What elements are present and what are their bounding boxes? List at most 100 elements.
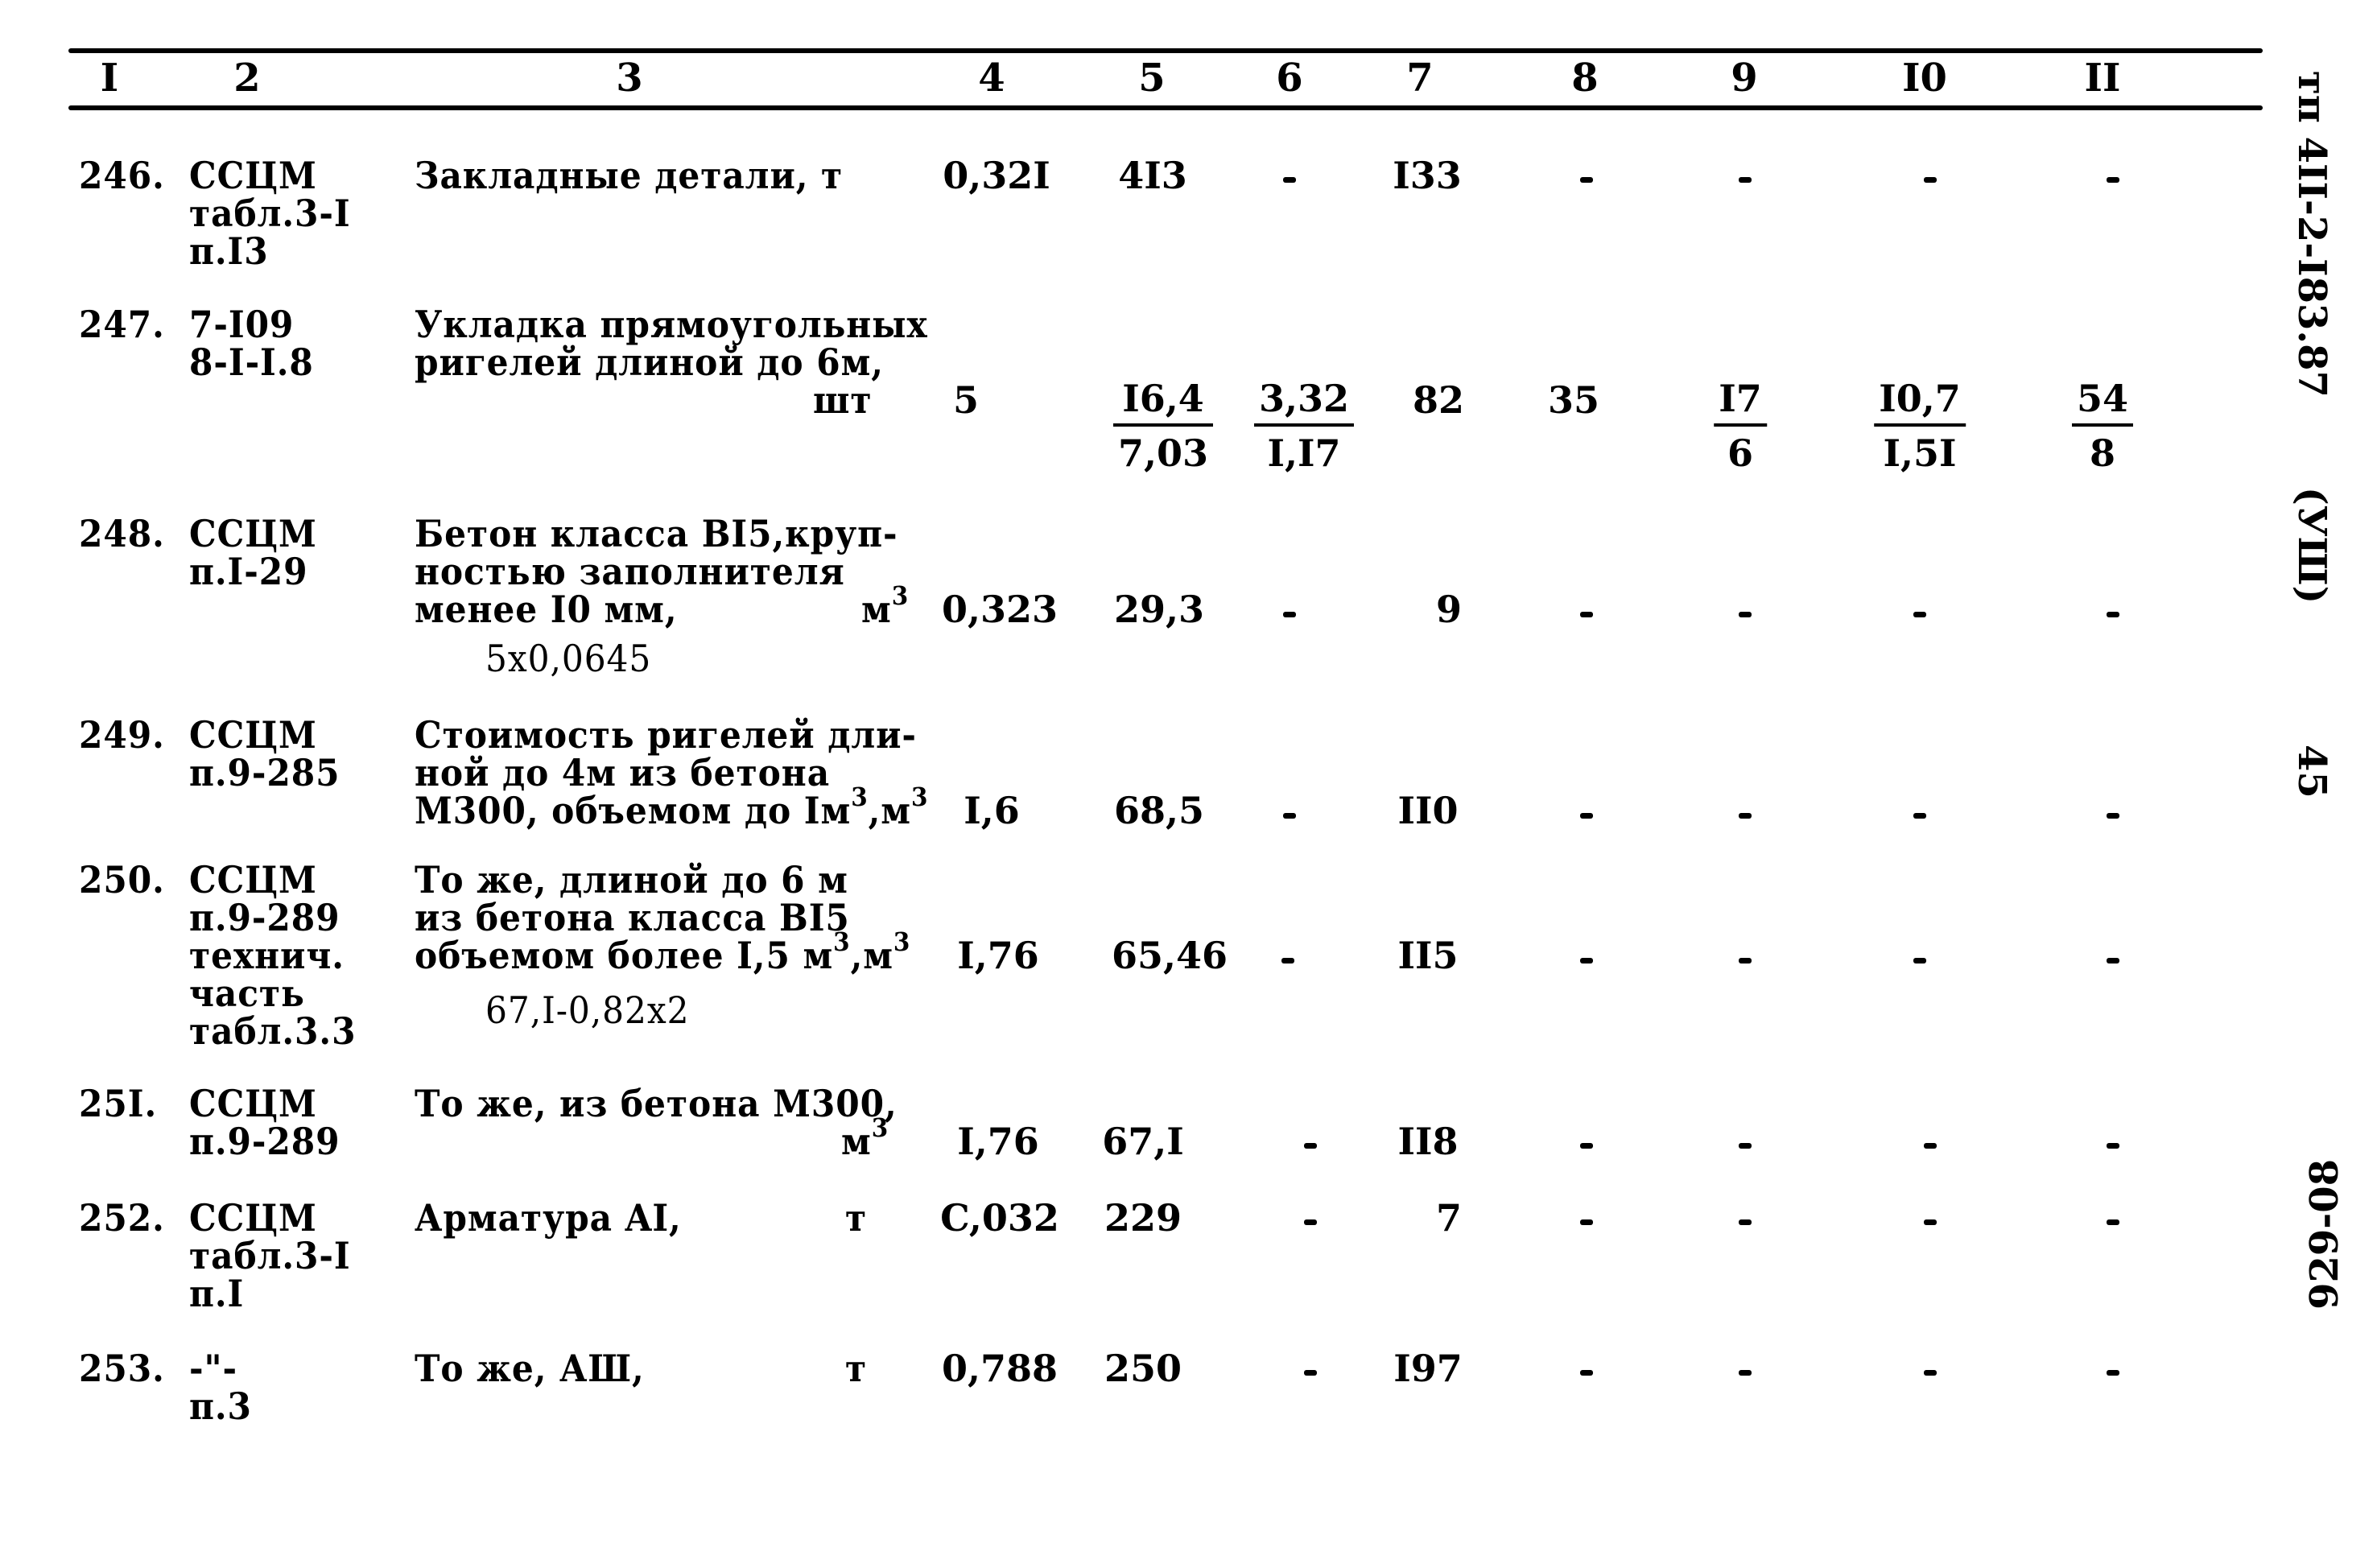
empty-dash — [1580, 1370, 1593, 1376]
empty-dash — [2107, 1143, 2119, 1149]
row-number: 247. — [79, 303, 165, 346]
ref-line: п.9-285 — [189, 751, 340, 794]
superscript-3: 3 — [871, 1112, 889, 1143]
column-header-4: 4 — [978, 56, 1005, 101]
description-line: Закладные детали, т — [415, 154, 844, 197]
ref-line: табл.3-I — [189, 1234, 351, 1277]
fraction-denominator: 7,03 — [1117, 431, 1209, 475]
ref-line: -"- — [189, 1347, 237, 1390]
calculation-formula: 67,I-0,82х2 — [485, 988, 690, 1032]
ref-line: ССЦМ — [189, 858, 317, 902]
column-header-6: 6 — [1276, 56, 1303, 101]
unit: шт — [813, 378, 873, 422]
fraction-col5: I6,4 7,03 — [1112, 378, 1214, 475]
empty-dash — [1913, 612, 1926, 617]
calculation-formula: 5х0,0645 — [485, 637, 652, 680]
cell-col7: 7 — [1435, 1196, 1463, 1240]
cell-col5: 68,5 — [1113, 789, 1205, 832]
page-number-vertical: 45 — [2289, 745, 2334, 798]
cell-col4: I,76 — [957, 1120, 1039, 1163]
empty-dash — [1304, 1219, 1317, 1225]
empty-dash — [1924, 1219, 1937, 1225]
ref-line: п.3 — [189, 1384, 252, 1428]
column-header-11: II — [2084, 56, 2121, 101]
superscript-3: 3 — [851, 782, 869, 812]
cell-col8: 35 — [1547, 378, 1600, 422]
fraction-denominator: 6 — [1727, 431, 1753, 475]
column-header-1: I — [100, 56, 119, 101]
cell-col7: 9 — [1435, 588, 1463, 631]
unit: м3 — [861, 580, 910, 631]
cell-col4: I,76 — [957, 934, 1039, 977]
empty-dash — [1913, 958, 1926, 963]
description-line: То же, АШ, — [415, 1347, 645, 1390]
superscript-3: 3 — [910, 782, 929, 812]
description-line: ной до 4м из бетона — [415, 751, 831, 794]
column-header-9: 9 — [1731, 56, 1758, 101]
ref-line: 8-I-I.8 — [189, 340, 314, 384]
ref-line: ССЦМ — [189, 512, 317, 555]
empty-dash — [1739, 1143, 1752, 1149]
ref-line: 7-I09 — [189, 303, 295, 346]
fraction-numerator: I7 — [1719, 377, 1762, 420]
empty-dash — [1580, 813, 1593, 819]
empty-dash — [1281, 958, 1294, 963]
column-header-8: 8 — [1571, 56, 1599, 101]
empty-dash — [1924, 177, 1937, 183]
description-line: Стоимость ригелей дли- — [415, 713, 917, 757]
fraction-denominator: 8 — [2089, 431, 2116, 475]
column-header-5: 5 — [1138, 56, 1166, 101]
empty-dash — [1304, 1370, 1317, 1376]
cell-col4: 0,323 — [941, 588, 1059, 631]
description-line: Бетон класса BI5,круп- — [415, 512, 898, 555]
row-number: 250. — [79, 858, 165, 902]
empty-dash — [1739, 177, 1752, 183]
empty-dash — [1739, 958, 1752, 963]
description-line: менее I0 мм, — [415, 588, 678, 631]
unit: т — [845, 1347, 868, 1390]
empty-dash — [1739, 612, 1752, 617]
empty-dash — [2107, 813, 2119, 819]
cell-col7: I33 — [1393, 154, 1462, 197]
cell-col4: 0,788 — [941, 1347, 1059, 1390]
table-top-rule — [68, 48, 2263, 53]
column-header-2: 2 — [233, 56, 261, 101]
empty-dash — [1580, 958, 1593, 963]
cell-col4: C,032 — [940, 1196, 1059, 1240]
cell-col7: 82 — [1412, 378, 1465, 422]
document-page: I 2 3 4 5 6 7 8 9 I0 II тп 4II-2-I83.87 … — [0, 0, 2377, 1568]
fraction-numerator: 3,32 — [1258, 377, 1350, 420]
unit: м3 — [841, 1112, 889, 1163]
cell-col4: 5 — [952, 378, 980, 422]
empty-dash — [2107, 177, 2119, 183]
description-line: Арматура AI, — [415, 1196, 682, 1240]
row-number: 253. — [79, 1347, 165, 1390]
cell-col5: 250 — [1104, 1347, 1182, 1390]
empty-dash — [2107, 612, 2119, 617]
fraction-denominator: I,5I — [1883, 431, 1957, 475]
row-number: 246. — [79, 154, 165, 197]
description-line: М300, объемом до Iм3,м3 — [415, 782, 929, 832]
superscript-3: 3 — [833, 926, 851, 957]
ref-line: ССЦМ — [189, 713, 317, 757]
empty-dash — [1580, 1219, 1593, 1225]
cell-col5: 229 — [1104, 1196, 1182, 1240]
fraction-col6: 3,32 I,I7 — [1253, 377, 1355, 473]
ref-line: ССЦМ — [189, 1082, 317, 1125]
inventory-number-vertical: 929-08 — [2302, 1159, 2347, 1310]
column-header-7: 7 — [1406, 56, 1434, 101]
empty-dash — [2107, 1219, 2119, 1225]
cell-col5: 65,46 — [1111, 934, 1228, 977]
description-line: То же, из бетона М300, — [415, 1082, 898, 1125]
empty-dash — [1913, 813, 1926, 819]
fraction-numerator: I0,7 — [1879, 377, 1961, 420]
ref-line: часть — [189, 972, 305, 1015]
empty-dash — [2107, 958, 2119, 963]
cell-col7: II8 — [1397, 1120, 1459, 1163]
empty-dash — [1580, 177, 1593, 183]
empty-dash — [1283, 813, 1296, 819]
row-number: 249. — [79, 713, 165, 757]
cell-col5: 29,3 — [1113, 588, 1205, 631]
cell-col7: II5 — [1397, 934, 1459, 977]
ref-line: табл.3-I — [189, 192, 351, 235]
